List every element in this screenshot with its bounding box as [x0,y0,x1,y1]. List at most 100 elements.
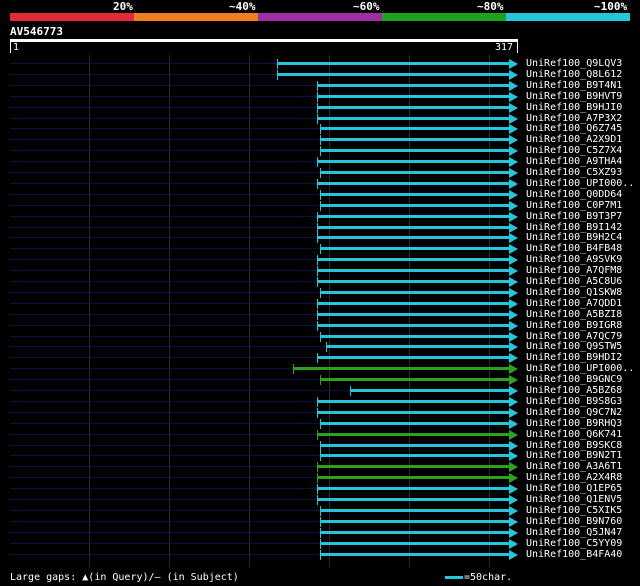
hit-name-link[interactable]: UniRef100_C5XZ93 [526,167,622,178]
hit-alignment-segment[interactable] [276,72,509,76]
hit-name-link[interactable]: UniRef100_Q9LQV3 [526,58,622,69]
hit-alignment-segment[interactable] [319,421,509,425]
hit-name-link[interactable]: UniRef100_A5BZ68 [526,385,622,396]
hit-name-link[interactable]: UniRef100_A7QC79 [526,331,622,342]
hit-alignment-segment[interactable] [317,160,509,164]
hit-name-link[interactable]: UniRef100_C0P7M1 [526,200,622,211]
hit-alignment-segment[interactable] [319,530,509,534]
hit-name-link[interactable]: UniRef100_A7P3X2 [526,113,622,124]
hit-alignment-segment[interactable] [317,476,509,480]
hit-alignment-segment[interactable] [317,498,509,501]
hit-name-link[interactable]: UniRef100_B9HVT9 [526,91,622,102]
hit-alignment-segment[interactable] [319,454,509,458]
hit-name-link[interactable]: UniRef100_B9IGR8 [526,320,622,331]
hit-alignment-segment[interactable] [317,225,509,229]
hit-alignment-segment[interactable] [317,356,509,360]
hit-name-link[interactable]: UniRef100_B4FB48 [526,243,622,254]
hit-arrow-icon [509,69,518,80]
hit-alignment-segment[interactable] [319,149,509,153]
hit-name-link[interactable]: UniRef100_A2X9D1 [526,134,622,145]
hit-name-link[interactable]: UniRef100_B9S8G3 [526,396,622,407]
hit-name-link[interactable]: UniRef100_B9HJI0 [526,102,622,113]
hit-alignment-segment[interactable] [317,323,509,327]
legend-gaps-subject: — (in Subject) [154,572,239,583]
hit-name-link[interactable]: UniRef100_Q1EP65 [526,483,622,494]
hit-name-link[interactable]: UniRef100_B9SKC8 [526,440,622,451]
hit-name-link[interactable]: UniRef100_Q1ENV5 [526,494,622,505]
hit-name-link[interactable]: UniRef100_B9H2C4 [526,232,622,243]
hit-row: UniRef100_B9N2T1 [0,450,640,462]
hit-alignment-segment[interactable] [292,367,509,371]
hit-alignment-segment[interactable] [317,236,509,240]
hit-alignment-segment[interactable] [319,247,509,251]
hit-alignment-segment[interactable] [317,432,509,436]
hit-alignment-segment[interactable] [276,62,509,65]
hit-name-link[interactable]: UniRef100_Q5JN47 [526,527,622,538]
hit-alignment-segment[interactable] [317,269,509,273]
hit-name-link[interactable]: UniRef100_A7QFM8 [526,265,622,276]
hit-alignment-segment[interactable] [319,334,509,338]
hit-name-link[interactable]: UniRef100_B4FA40 [526,549,622,560]
hit-name-link[interactable]: UniRef100_C5YY09 [526,538,622,549]
hit-alignment-segment[interactable] [319,541,509,545]
hit-name-link[interactable]: UniRef100_B9T3P7 [526,211,622,222]
hit-name-link[interactable]: UniRef100_A9THA4 [526,156,622,167]
hit-alignment-segment[interactable] [319,508,509,512]
hit-alignment-segment[interactable] [317,280,509,283]
hit-name-link[interactable]: UniRef100_Q0DD64 [526,189,622,200]
hit-name-link[interactable]: UniRef100_UPI000.. [526,178,634,189]
hit-arrow-icon [509,277,518,287]
hit-name-link[interactable]: UniRef100_A7QDD1 [526,298,622,309]
hit-alignment-segment[interactable] [317,83,509,87]
hit-alignment-segment[interactable] [317,105,509,109]
hit-name-link[interactable]: UniRef100_Q6K741 [526,429,622,440]
hit-name-link[interactable]: UniRef100_B9HDI2 [526,352,622,363]
hit-alignment-segment[interactable] [319,192,509,196]
hit-arrow-icon [509,429,518,440]
hit-alignment-segment[interactable] [319,127,509,131]
hit-alignment-segment[interactable] [317,301,509,305]
hit-name-link[interactable]: UniRef100_A3A6T1 [526,461,622,472]
hit-alignment-segment[interactable] [325,345,509,349]
hit-name-link[interactable]: UniRef100_A5BZI8 [526,309,622,320]
hit-alignment-segment[interactable] [317,410,509,414]
hit-alignment-segment[interactable] [317,214,509,218]
hit-alignment-segment[interactable] [319,290,509,294]
hit-name-link[interactable]: UniRef100_C5Z7X4 [526,145,622,156]
hit-name-link[interactable]: UniRef100_B9N2T1 [526,450,622,461]
hit-alignment-segment[interactable] [317,465,509,469]
hit-alignment-segment[interactable] [317,399,509,403]
hit-name-link[interactable]: UniRef100_Q9STW5 [526,341,622,352]
hit-name-link[interactable]: UniRef100_UPI000.. [526,363,634,374]
hit-alignment-segment[interactable] [317,487,509,491]
hit-name-link[interactable]: UniRef100_Q9C7N2 [526,407,622,418]
hit-alignment-segment[interactable] [350,389,509,392]
hit-alignment-segment[interactable] [319,552,509,556]
hit-alignment-segment[interactable] [317,258,509,262]
hit-name-link[interactable]: UniRef100_Q1SKW8 [526,287,622,298]
hit-name-link[interactable]: UniRef100_B9GNC9 [526,374,622,385]
hit-row: UniRef100_A7P3X2 [0,113,640,124]
hit-name-link[interactable]: UniRef100_A2X4R8 [526,472,622,483]
hit-alignment-segment[interactable] [319,519,509,523]
hit-name-link[interactable]: UniRef100_Q8L612 [526,69,622,80]
hit-alignment-segment[interactable] [317,116,509,120]
hit-name-link[interactable]: UniRef100_B9T4N1 [526,80,622,91]
hit-alignment-segment[interactable] [319,203,509,207]
hit-alignment-segment[interactable] [317,181,509,185]
hit-name-link[interactable]: UniRef100_C5XIK5 [526,505,622,516]
hit-row: UniRef100_B9H2C4 [0,232,640,244]
hit-alignment-segment[interactable] [317,312,509,316]
hit-alignment-segment[interactable] [319,138,509,142]
hit-alignment-segment[interactable] [319,443,509,447]
hit-row: UniRef100_B9GNC9 [0,374,640,386]
hit-alignment-segment[interactable] [319,171,509,174]
hit-alignment-segment[interactable] [317,94,509,98]
hit-name-link[interactable]: UniRef100_Q6Z745 [526,123,622,134]
hit-name-link[interactable]: UniRef100_A5C8U6 [526,276,622,287]
hit-alignment-segment[interactable] [319,378,509,382]
hit-name-link[interactable]: UniRef100_B9N760 [526,516,622,527]
hit-name-link[interactable]: UniRef100_A9SVK9 [526,254,622,265]
hit-name-link[interactable]: UniRef100_B9I142 [526,222,622,233]
hit-name-link[interactable]: UniRef100_B9RHQ3 [526,418,622,429]
